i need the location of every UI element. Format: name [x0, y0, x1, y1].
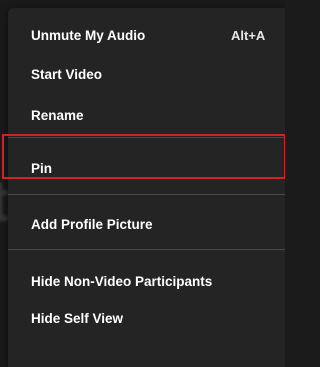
shortcut-hint: Alt+A [231, 27, 266, 43]
menu-item-add-profile-picture[interactable]: Add Profile Picture [8, 205, 285, 243]
menu-item-hide-self-view[interactable]: Hide Self View [8, 299, 285, 337]
menu-item-pin[interactable]: Pin [8, 149, 285, 187]
participant-context-menu: Unmute My Audio Alt+A Start Video Rename… [8, 8, 285, 367]
menu-item-label: Hide Non-Video Participants [31, 273, 213, 289]
menu-divider [8, 137, 285, 138]
screenshot-stage: test Unmute My Audio Alt+A Start Video R… [0, 0, 285, 367]
menu-item-hide-non-video-participants[interactable]: Hide Non-Video Participants [8, 262, 285, 300]
menu-item-label: Hide Self View [31, 310, 124, 326]
menu-item-label: Unmute My Audio [31, 27, 146, 43]
menu-item-label: Pin [31, 160, 53, 176]
menu-item-label: Rename [31, 107, 84, 123]
menu-item-unmute-audio[interactable]: Unmute My Audio Alt+A [8, 16, 285, 54]
menu-item-label: Add Profile Picture [31, 216, 153, 232]
menu-item-label: Start Video [31, 66, 103, 82]
menu-item-rename[interactable]: Rename [8, 96, 285, 134]
menu-divider [8, 249, 285, 250]
menu-item-start-video[interactable]: Start Video [8, 55, 285, 93]
menu-divider [8, 194, 285, 195]
